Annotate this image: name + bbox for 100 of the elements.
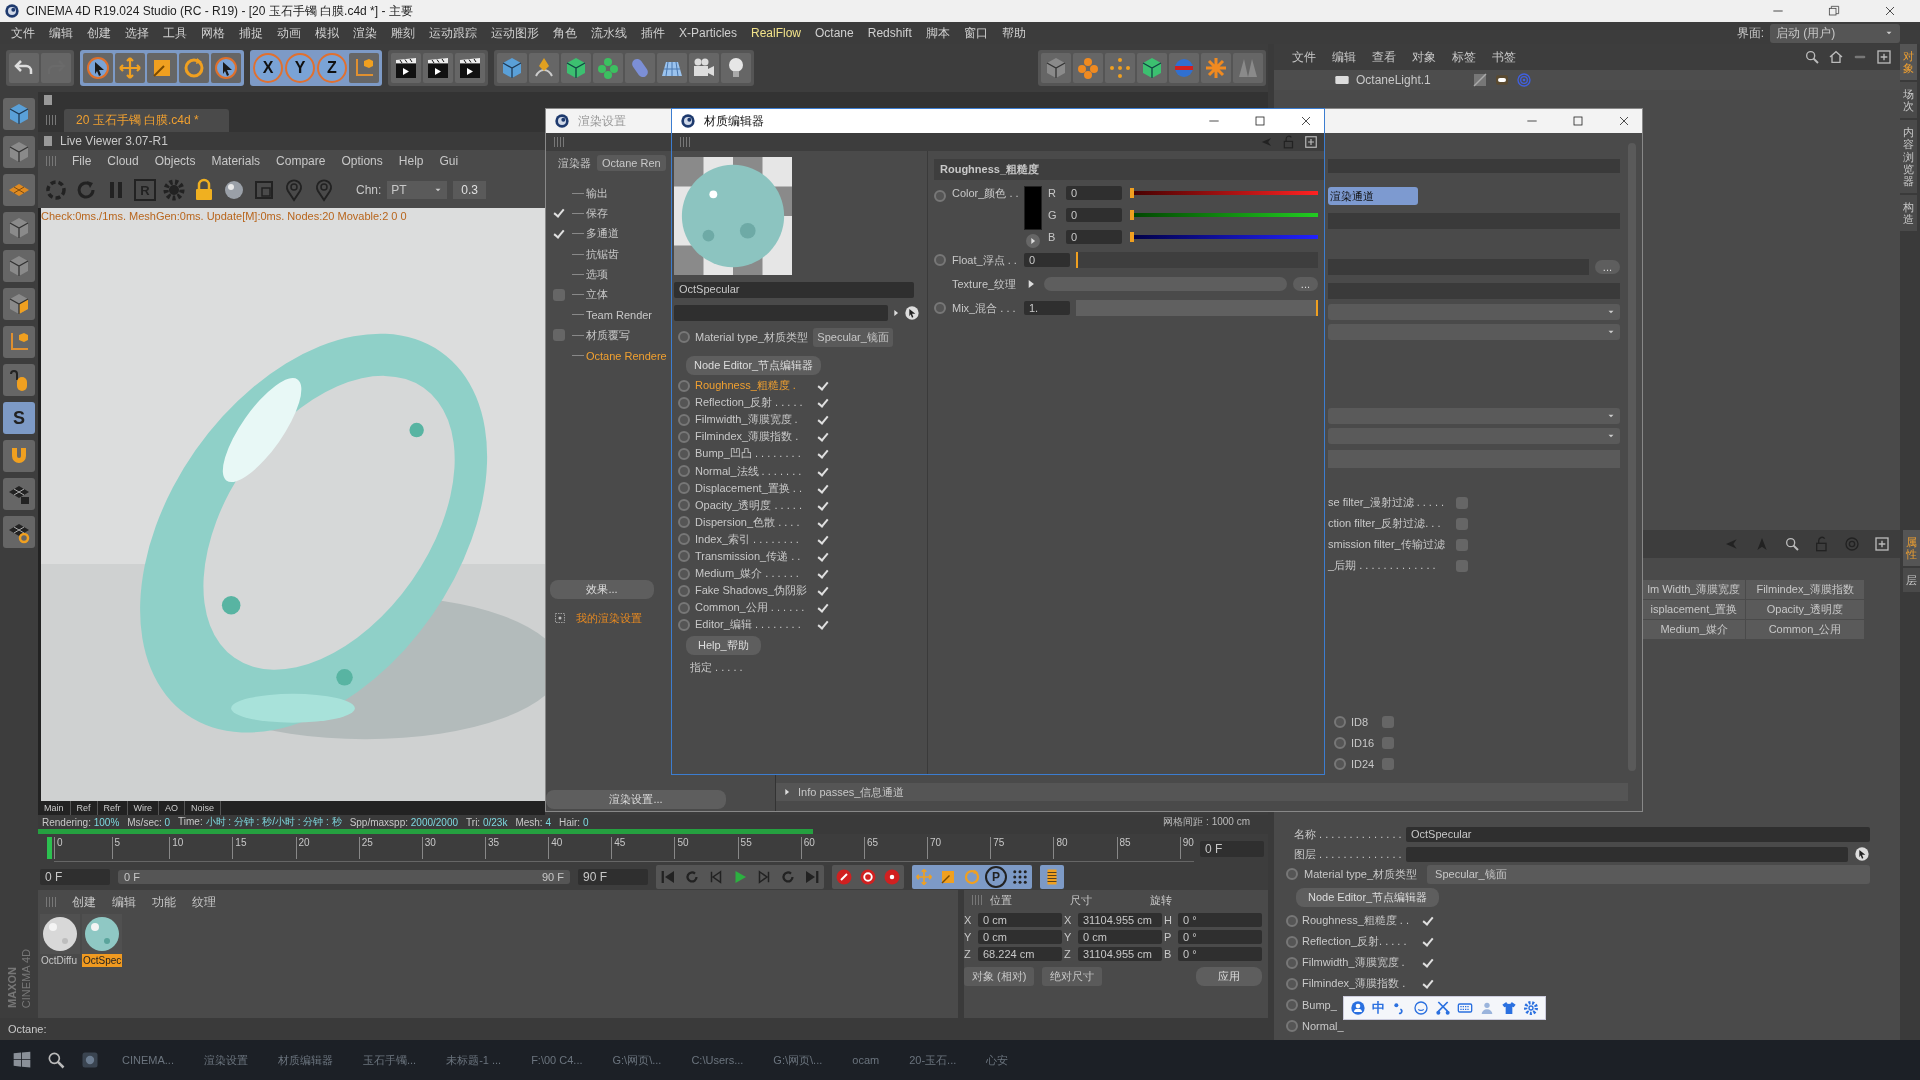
playhead[interactable] <box>47 836 52 859</box>
color-swatch[interactable] <box>1024 186 1042 230</box>
checkbox[interactable] <box>1422 978 1433 989</box>
position-field[interactable]: 0 cm <box>978 913 1062 927</box>
name-field[interactable]: OctSpecular <box>674 282 914 298</box>
snap-button[interactable]: S <box>3 402 35 434</box>
light-tag-icon[interactable] <box>1494 72 1510 88</box>
document-tab[interactable]: 20 玉石手镯 白膜.c4d * <box>64 108 229 132</box>
new-panel-icon[interactable] <box>1876 49 1892 65</box>
timeline-ruler[interactable]: 0 5 10 15 20 25 30 35 40 45 50 55 60 65 70 75 80 85 90 <box>54 836 1194 862</box>
checkbox[interactable] <box>553 329 565 342</box>
menu-item[interactable]: Redshift <box>860 26 919 40</box>
checkbox[interactable] <box>1422 915 1433 926</box>
value-field[interactable]: 1. <box>1024 301 1070 315</box>
radio-icon[interactable] <box>678 601 690 614</box>
channel-label[interactable]: Roughness_粗糙度 . . <box>1302 913 1418 928</box>
radio-icon[interactable] <box>1334 736 1346 749</box>
menu-item[interactable]: 书签 <box>1484 48 1524 66</box>
channel-item[interactable]: Editor_编辑 . . . . . . . . <box>695 617 812 633</box>
channel-item[interactable]: Normal_法线 . . . . . . . <box>695 463 812 479</box>
spikes-icon[interactable] <box>1233 53 1263 83</box>
tree-item[interactable]: 抗锯齿 <box>584 246 619 262</box>
plane-icon[interactable] <box>657 53 687 83</box>
checkbox[interactable] <box>817 397 828 409</box>
input-mode[interactable]: 中 <box>1372 999 1385 1017</box>
home-icon[interactable] <box>1828 49 1844 65</box>
select-icon[interactable] <box>83 53 113 83</box>
keyboard-icon[interactable] <box>1457 1000 1473 1016</box>
menu-item[interactable]: Help <box>390 154 432 168</box>
float-slider[interactable] <box>1076 252 1318 268</box>
radio-icon[interactable] <box>678 584 690 597</box>
person-icon[interactable] <box>1479 1000 1495 1016</box>
side-tab[interactable]: 层 <box>1903 568 1920 593</box>
side-tab[interactable]: 场次 <box>1900 82 1917 119</box>
attribute-tab[interactable]: Common_公用 <box>1746 620 1864 639</box>
value-field[interactable]: 0 <box>1066 186 1122 200</box>
tree-item[interactable]: Octane Rendere <box>584 349 667 362</box>
axis-button[interactable]: Y <box>285 53 315 83</box>
channel-item[interactable]: Transmission_传递 . . <box>695 549 812 564</box>
bulb-icon[interactable] <box>721 53 751 83</box>
magnet-icon[interactable] <box>3 440 35 472</box>
end-frame-field[interactable]: 90 F <box>578 869 648 885</box>
search-icon[interactable] <box>46 1050 66 1070</box>
channel-item[interactable]: Medium_媒介 . . . . . . <box>695 566 812 582</box>
taskbar-item[interactable]: 材质编辑器 <box>269 1052 341 1068</box>
pick-icon[interactable] <box>904 305 920 321</box>
menu-item[interactable]: 动画 <box>270 24 308 42</box>
checkbox[interactable] <box>817 602 828 614</box>
dots-icon[interactable] <box>1105 53 1135 83</box>
point-level-button[interactable]: P <box>985 866 1007 888</box>
radio-icon[interactable] <box>678 447 690 460</box>
menu-item[interactable]: 网格 <box>194 24 232 42</box>
menu-item[interactable]: 窗口 <box>956 24 995 42</box>
menu-item[interactable]: Cloud <box>99 154 147 168</box>
menu-item[interactable]: 脚本 <box>918 24 957 42</box>
checkbox[interactable] <box>1382 736 1394 749</box>
back-icon[interactable] <box>1724 536 1740 552</box>
help-button[interactable]: Help_帮助 <box>686 636 761 656</box>
layout-dropdown[interactable]: 启动 (用户) <box>1770 23 1900 43</box>
renderer-dropdown[interactable]: Octane Ren <box>597 155 666 171</box>
tree-item[interactable]: 输出 <box>584 185 608 201</box>
settings-icon[interactable] <box>162 178 186 202</box>
attribute-tab[interactable]: lm Width_薄膜宽度 <box>1643 580 1745 599</box>
checkbox[interactable] <box>1456 496 1468 509</box>
value-field[interactable]: 0.3 <box>453 181 487 199</box>
channel-label[interactable]: Bump_ <box>1302 998 1337 1011</box>
taskbar-item[interactable]: G:\网页\... <box>765 1052 831 1068</box>
cluster-icon[interactable] <box>593 53 623 83</box>
color-slider[interactable] <box>1130 235 1318 239</box>
radio-icon[interactable] <box>678 567 690 580</box>
attribute-tab[interactable]: isplacement_置换 <box>1643 600 1745 619</box>
node-editor-button[interactable]: Node Editor_节点编辑器 <box>686 356 822 375</box>
cube-icon[interactable] <box>3 136 35 168</box>
tree-item[interactable]: 多通道 <box>584 226 619 242</box>
color-slider[interactable] <box>1130 191 1318 195</box>
material-name[interactable]: OctDiffu <box>40 954 80 967</box>
channel-item[interactable]: Filmindex_薄膜指数 . <box>695 429 812 445</box>
side-tab[interactable]: 构造 <box>1900 194 1917 232</box>
app-icon[interactable] <box>80 1050 100 1070</box>
menu-item[interactable]: Gui <box>431 154 467 168</box>
radio-icon[interactable] <box>678 331 690 343</box>
radio-icon[interactable] <box>1286 977 1298 990</box>
size-field[interactable]: 0 cm <box>1078 930 1162 944</box>
menu-item[interactable]: File <box>64 154 100 168</box>
checkbox[interactable] <box>817 448 828 460</box>
channel-label[interactable]: Filmindex_薄膜指数 . <box>1302 976 1418 991</box>
menu-item[interactable]: 帮助 <box>994 24 1033 42</box>
new-panel-icon[interactable] <box>1874 536 1890 552</box>
material-type-dropdown[interactable]: Specular_镜面 <box>1427 864 1870 884</box>
checkbox[interactable] <box>817 585 828 597</box>
assign-label[interactable]: 指定 . . . . . <box>674 655 927 676</box>
taskbar-item[interactable]: 渲染设置 <box>195 1052 256 1068</box>
axis-button[interactable]: Z <box>317 53 347 83</box>
menu-item[interactable]: 运动图形 <box>484 24 546 42</box>
search-icon[interactable] <box>1804 49 1820 65</box>
browse-button[interactable]: ... <box>1292 277 1318 291</box>
apply-button[interactable]: 应用 <box>1196 967 1262 986</box>
axis-button[interactable]: X <box>253 53 283 83</box>
tree-item[interactable]: 材质覆写 <box>584 327 630 343</box>
position-field[interactable]: 68.224 cm <box>978 947 1062 961</box>
